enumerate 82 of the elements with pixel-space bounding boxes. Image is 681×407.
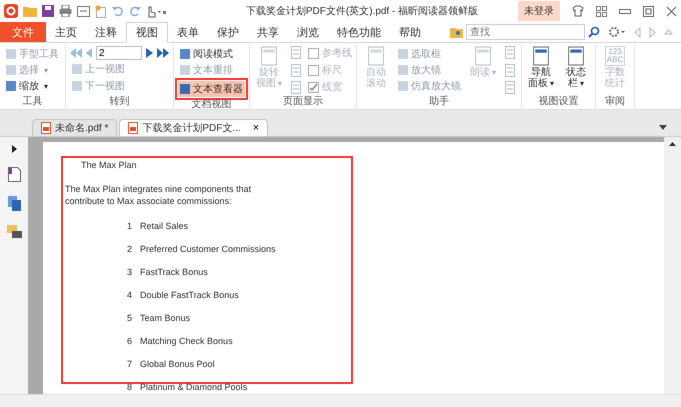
- list-item-text: Double FastTrack Bonus: [140, 290, 239, 302]
- document-tab[interactable]: 未命名.pdf *: [32, 119, 118, 136]
- list-number: 5: [127, 313, 132, 326]
- list-item-text: Matching Check Bonus: [140, 336, 233, 348]
- folder-search-icon: [450, 26, 463, 38]
- ribbon-group-label: 视图设置: [538, 95, 580, 109]
- panel-icon: [260, 46, 278, 66]
- panel-icon: [367, 46, 385, 66]
- window-icon[interactable]: [77, 6, 90, 16]
- list-item-text: Platinum & Diamond Pools: [140, 382, 248, 394]
- minimize-icon[interactable]: [619, 7, 631, 15]
- document-heading: The Max Plan: [81, 160, 138, 170]
- ribbon-group-label: 文档视图: [190, 98, 232, 112]
- list-item-text: Team Bonus: [140, 313, 190, 326]
- ribbon-large-button[interactable]: 状态栏 ▾: [561, 46, 591, 89]
- list-number: 1: [127, 221, 132, 234]
- page-number-field[interactable]: 2: [96, 46, 142, 60]
- menu-tab[interactable]: 主页: [46, 22, 86, 42]
- bookmark-icon[interactable]: [8, 167, 20, 182]
- maximize-icon[interactable]: [643, 6, 654, 16]
- vertical-scrollbar[interactable]: [664, 137, 681, 394]
- menu-tab[interactable]: 共享: [248, 22, 288, 42]
- menu-tab[interactable]: 视图: [126, 22, 168, 43]
- ribbon-group-label: 转到: [108, 95, 130, 109]
- menu-tab[interactable]: 帮助: [390, 22, 430, 42]
- scroll-up-icon[interactable]: [669, 142, 676, 146]
- ribbon-group-label: 工具: [22, 95, 44, 109]
- window-title: 下载奖金计划PDF文件(英文).pdf - 福昕阅读器领鲜版: [244, 4, 480, 18]
- ribbon-group-label: 页面显示: [282, 95, 324, 109]
- new-document-icon[interactable]: [95, 4, 107, 18]
- print-icon[interactable]: [59, 5, 72, 17]
- document-tab[interactable]: 下载奖金计划PDF文... ×: [119, 119, 268, 136]
- login-button[interactable]: 未登录: [518, 1, 560, 21]
- ribbon-button[interactable]: 缩放 ▾: [4, 78, 61, 94]
- menu-tab[interactable]: 浏览: [288, 22, 328, 42]
- menu-tab[interactable]: 表单: [168, 22, 208, 42]
- ribbon-large-button[interactable]: 导航面板 ▾: [526, 46, 556, 89]
- checkmark-icon: [309, 82, 318, 92]
- shirt-icon[interactable]: [572, 5, 584, 17]
- document-paragraph: The Max Plan integrates nine components that contribute to Max associate commissions:: [65, 184, 252, 208]
- close-icon[interactable]: [666, 6, 677, 16]
- list-number: 2: [127, 244, 132, 256]
- expand-icon[interactable]: [12, 145, 16, 153]
- list-item-text: Retail Sales: [140, 221, 188, 234]
- menu-tab[interactable]: 保护: [208, 22, 248, 42]
- redo-icon[interactable]: [129, 5, 141, 17]
- list-number: 4: [127, 290, 132, 302]
- menu-tab[interactable]: 注释: [86, 22, 126, 42]
- ribbon-button[interactable]: 文本查看器: [178, 81, 245, 97]
- app-logo-icon[interactable]: [4, 4, 18, 18]
- settings-icon[interactable]: [608, 26, 626, 38]
- pages-icon[interactable]: [8, 196, 20, 211]
- panel-icon: [532, 46, 550, 66]
- ribbon-button[interactable]: 阅读模式: [178, 46, 245, 62]
- menu-tab[interactable]: 特色功能: [328, 22, 390, 42]
- file-menu-tab[interactable]: 文件: [0, 22, 46, 42]
- search-icon[interactable]: [588, 26, 600, 38]
- ribbon-group-label: 助手: [428, 95, 450, 109]
- list-number: 8: [127, 382, 132, 394]
- next-page-icon[interactable]: [146, 48, 153, 58]
- last-page-icon[interactable]: [157, 48, 169, 58]
- list-item-text: Global Bonus Pool: [140, 359, 215, 372]
- ribbon-group-label: 审阅: [604, 95, 626, 109]
- pdf-file-icon: [41, 122, 51, 134]
- panel-icon: [567, 46, 585, 66]
- list-number: 6: [127, 336, 132, 348]
- undo-icon[interactable]: [112, 5, 124, 17]
- panel-icon: [474, 46, 492, 66]
- tab-label: 未命名.pdf *: [55, 122, 108, 135]
- comments-icon[interactable]: [6, 225, 22, 239]
- list-number: 7: [127, 359, 132, 372]
- list-number: 3: [127, 267, 132, 280]
- horizontal-scrollbar[interactable]: [0, 394, 681, 407]
- word-count-icon: 123 ABC: [604, 46, 626, 66]
- grid-icon[interactable]: [596, 6, 607, 16]
- save-icon[interactable]: [42, 5, 54, 17]
- list-item-text: Preferred Customer Commissions: [140, 244, 276, 256]
- tab-label: 下载奖金计划PDF文...: [142, 122, 241, 135]
- pdf-file-icon: [128, 122, 138, 134]
- close-tab-button[interactable]: ×: [244, 122, 260, 134]
- dropdown-icon[interactable]: [659, 125, 667, 130]
- list-item-text: FastTrack Bonus: [140, 267, 208, 280]
